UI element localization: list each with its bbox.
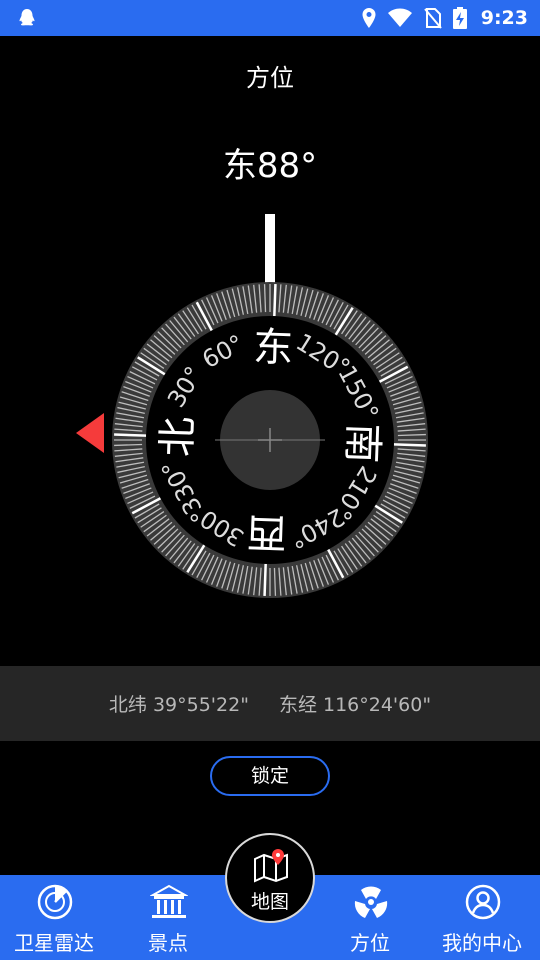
longitude-text: 东经 116°24'60" bbox=[278, 694, 432, 716]
page-title: 方位 bbox=[246, 64, 294, 92]
status-bar: 9:23 bbox=[0, 0, 540, 36]
major-tick bbox=[263, 563, 267, 596]
heading-reading: 东88° bbox=[222, 146, 318, 186]
cardinal-label: 北 bbox=[154, 416, 201, 458]
compass-dial[interactable]: 北东南西30°60° 120°150°210°240°300°330° bbox=[110, 280, 430, 600]
status-time: 9:23 bbox=[480, 7, 528, 29]
cardinal-label: 东 bbox=[252, 324, 294, 371]
tab-attractions[interactable]: 景点 bbox=[114, 875, 222, 960]
direction-pointer-icon bbox=[76, 413, 104, 453]
battery-charging-icon bbox=[452, 7, 467, 29]
lock-button[interactable]: 锁定 bbox=[210, 756, 330, 796]
wifi-icon bbox=[387, 8, 412, 27]
qq-icon bbox=[19, 9, 35, 26]
tab-label: 地图 bbox=[250, 891, 289, 913]
major-tick bbox=[114, 433, 147, 437]
location-icon bbox=[362, 8, 376, 28]
tab-satellite-radar[interactable]: 卫星雷达 bbox=[0, 875, 108, 960]
radar-icon bbox=[37, 884, 73, 920]
tab-label: 方位 bbox=[350, 931, 390, 955]
cardinal-label: 西 bbox=[246, 508, 288, 555]
user-icon bbox=[465, 884, 501, 920]
tab-direction[interactable]: 方位 bbox=[316, 875, 424, 960]
no-sim-icon bbox=[423, 8, 442, 29]
map-pin-icon bbox=[254, 849, 288, 883]
major-tick bbox=[273, 284, 277, 317]
major-tick bbox=[393, 443, 426, 447]
cardinal-label: 南 bbox=[338, 422, 385, 464]
tab-label: 卫星雷达 bbox=[14, 931, 94, 955]
tab-map[interactable]: 地图 bbox=[225, 833, 315, 923]
landmark-icon bbox=[150, 884, 188, 918]
tab-label: 我的中心 bbox=[442, 931, 522, 955]
latitude-text: 北纬 39°55'22" bbox=[108, 694, 249, 716]
tab-my-center[interactable]: 我的中心 bbox=[428, 875, 536, 960]
coordinates-bar: 北纬 39°55'22" 东经 116°24'60" bbox=[0, 666, 540, 741]
compass-rose-icon bbox=[354, 886, 388, 918]
tab-label: 景点 bbox=[148, 931, 188, 955]
